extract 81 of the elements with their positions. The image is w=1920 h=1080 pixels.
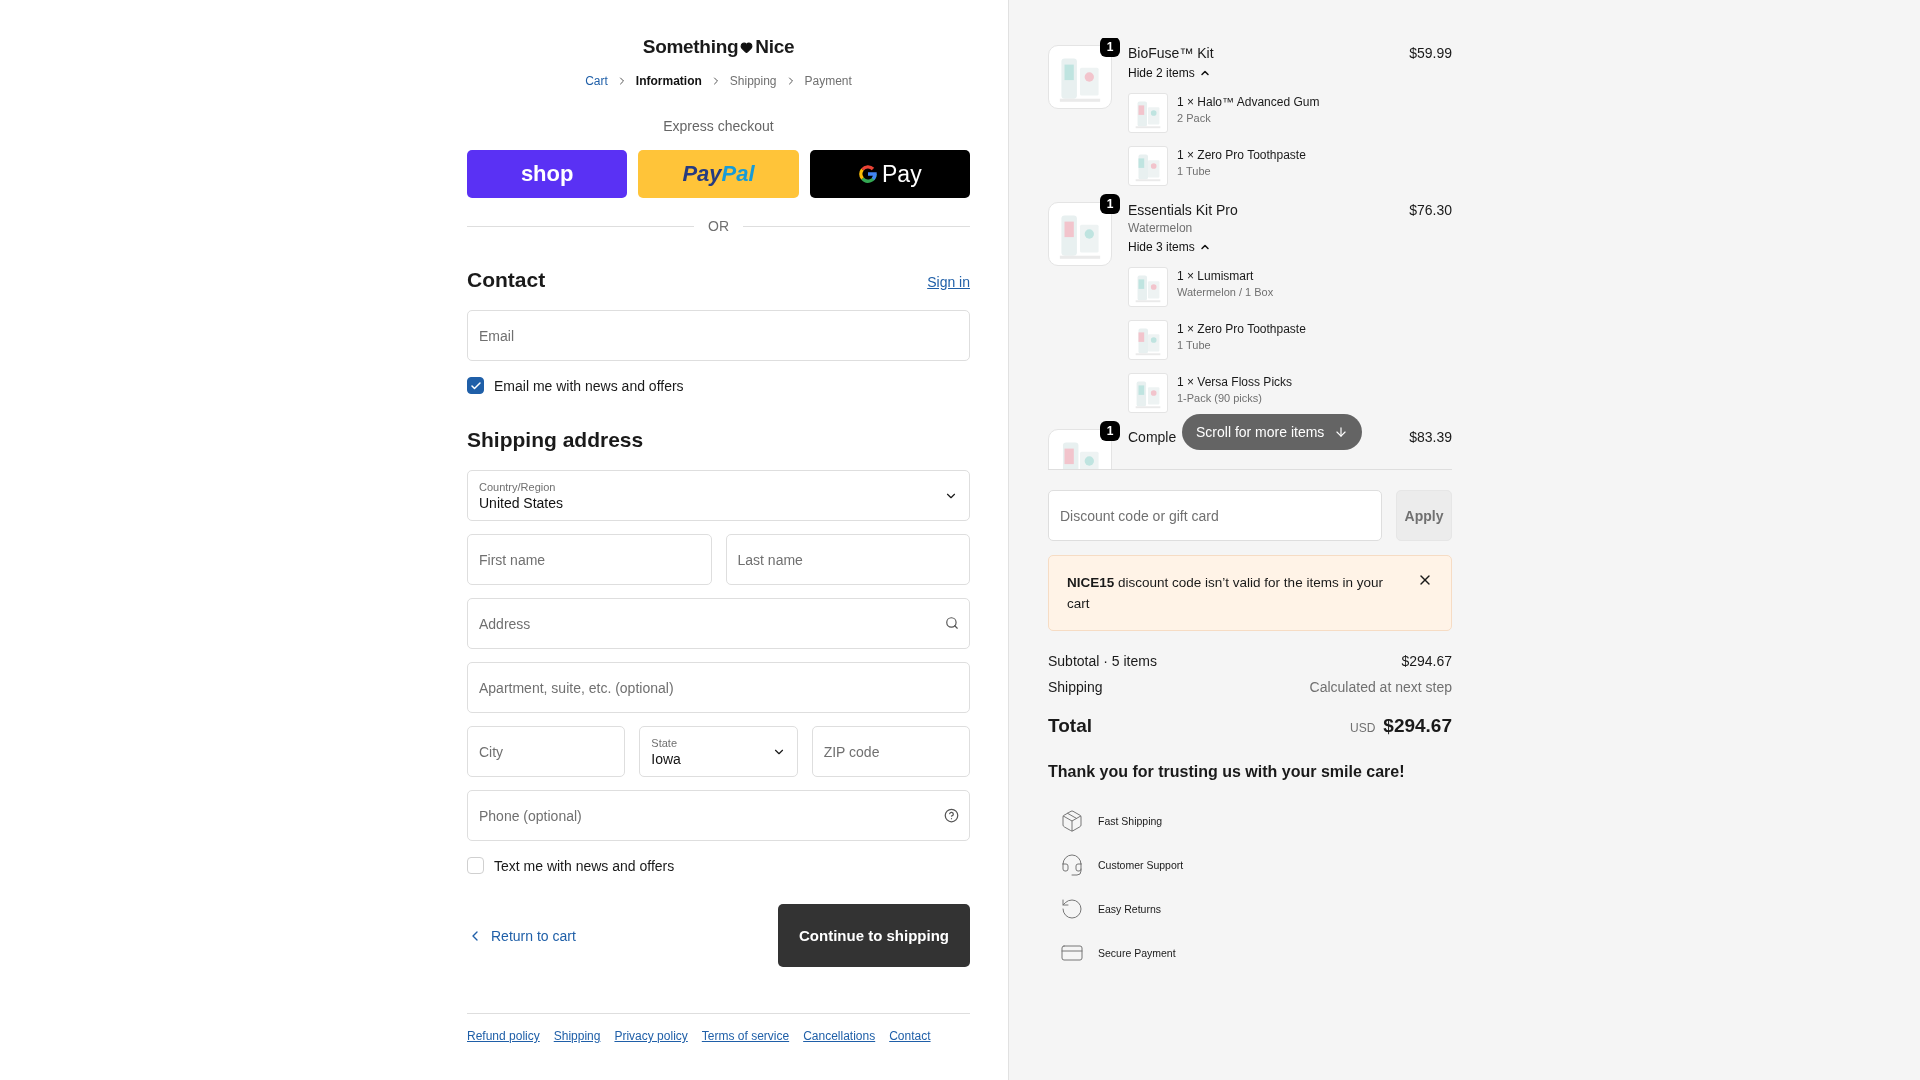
checkbox[interactable] (467, 377, 484, 394)
discount-field[interactable]: Discount code or gift card (1048, 490, 1382, 541)
express-checkout-title: Express checkout (662, 118, 775, 134)
product-variant: Watermelon (1128, 221, 1194, 235)
perk-label: Easy Returns (1098, 903, 1162, 915)
component-variant: 1-Pack (90 picks) (1177, 392, 1263, 404)
paypal-button[interactable]: PayPal (638, 150, 799, 198)
check-icon (469, 379, 482, 392)
component-name: 1 × Versa Floss Picks (1177, 375, 1293, 389)
sign-in-link[interactable]: Sign in (927, 274, 970, 290)
rotate-icon (1060, 897, 1084, 921)
footer-link[interactable]: Refund policy (467, 1029, 540, 1043)
footer-link[interactable]: Cancellations (803, 1029, 876, 1043)
quantity-badge: 1 (1100, 421, 1120, 441)
product-price: $59.99 (1409, 45, 1452, 61)
apply-button[interactable]: Apply (1396, 490, 1452, 541)
section-heading: Contact (467, 268, 546, 292)
footer-link[interactable]: Shipping (553, 1029, 601, 1043)
component-name: 1 × Lumismart (1177, 269, 1255, 283)
input-field[interactable]: Last name (725, 534, 970, 585)
headset-icon (1060, 853, 1084, 877)
section-heading: Shipping address (467, 428, 644, 452)
return-to-cart-link[interactable]: Return to cart (467, 927, 576, 944)
search-icon (945, 616, 959, 630)
shipping-label: Shipping (1048, 679, 1103, 695)
perk-label: Fast Shipping (1098, 815, 1163, 827)
product-price: $76.30 (1409, 202, 1452, 218)
product-name: Comple (1128, 429, 1177, 445)
thank-you-heading: Thank you for trusting us with your smile care! (1048, 763, 1406, 781)
google-pay-button[interactable]: Pay (809, 150, 970, 198)
perk-label: Customer Support (1098, 859, 1184, 871)
heart-icon (740, 40, 754, 54)
component-name: 1 × Zero Pro Toothpaste (1177, 148, 1306, 162)
shop-pay-button[interactable]: shop (467, 150, 628, 198)
logo-text: Something (642, 36, 739, 58)
breadcrumb-item: Shipping (729, 74, 777, 88)
input-field[interactable]: Phone (optional) (467, 790, 970, 841)
quantity-badge: 1 (1100, 38, 1120, 57)
currency-code: USD (1349, 721, 1376, 735)
scroll-hint-button[interactable]: Scroll for more items (1182, 414, 1363, 450)
footer-link[interactable]: Privacy policy (614, 1029, 688, 1043)
component-variant: 1 Tube (1177, 339, 1212, 351)
product-name: BioFuse™ Kit (1128, 45, 1214, 61)
select-field[interactable]: Country/Region United States (467, 470, 970, 521)
shipping-value: Calculated at next step (1309, 679, 1452, 695)
input-field[interactable]: Address (467, 598, 970, 649)
input-field[interactable]: City (467, 726, 626, 777)
component-variant: 2 Pack (1177, 112, 1212, 124)
checkbox-label: Text me with news and offers (494, 857, 675, 874)
breadcrumb-item: Information (635, 74, 702, 88)
breadcrumb-item: Payment (804, 74, 852, 88)
breadcrumb-item[interactable]: Cart (585, 74, 608, 88)
checkbox-label: Email me with news and offers (494, 377, 684, 394)
input-field[interactable]: ZIP code (811, 726, 970, 777)
subtotal-value: $294.67 (1401, 653, 1452, 669)
total-value: $294.67 (1383, 715, 1452, 737)
product-name: Essentials Kit Pro (1128, 202, 1238, 218)
toggle-items-button[interactable]: Hide 2 items (1128, 66, 1211, 80)
logo-text: Nice (755, 36, 795, 58)
input-field[interactable]: Apartment, suite, etc. (optional) (467, 662, 970, 713)
perk-label: Secure Payment (1098, 947, 1176, 959)
help-icon[interactable] (944, 808, 959, 823)
component-name: 1 × Halo™ Advanced Gum (1177, 95, 1320, 109)
component-variant: Watermelon / 1 Box (1177, 286, 1274, 298)
footer-link[interactable]: Terms of service (701, 1029, 790, 1043)
divider-text: OR (708, 218, 729, 234)
subtotal-label: Subtotal · 5 items (1048, 653, 1157, 669)
component-name: 1 × Zero Pro Toothpaste (1177, 322, 1306, 336)
component-variant: 1 Tube (1177, 165, 1212, 177)
product-price: $83.39 (1409, 429, 1452, 445)
box-icon (1060, 809, 1084, 833)
google-logo-icon (858, 164, 878, 184)
select-field[interactable]: State Iowa (639, 726, 798, 777)
continue-button[interactable]: Continue to shipping (778, 904, 970, 967)
toggle-items-button[interactable]: Hide 3 items (1128, 240, 1211, 254)
error-message: NICE15 discount code isn’t valid for the items in your cart (1067, 574, 1384, 613)
quantity-badge: 1 (1100, 194, 1120, 214)
input-field[interactable]: Email (467, 310, 970, 361)
input-field[interactable]: First name (467, 534, 712, 585)
total-label: Total (1048, 715, 1092, 737)
footer-link[interactable]: Contact (889, 1029, 931, 1043)
